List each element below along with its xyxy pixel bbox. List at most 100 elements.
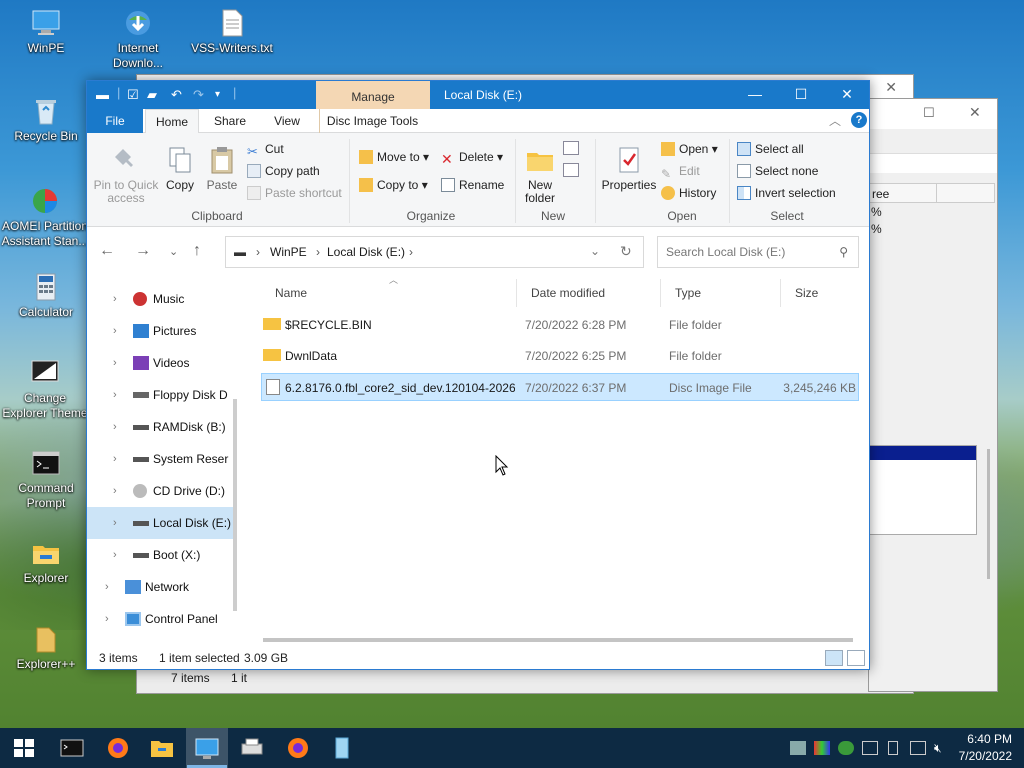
command-prompt-icon[interactable] <box>58 734 86 762</box>
file-row[interactable]: $RECYCLE.BIN 7/20/2022 6:28 PM File fold… <box>261 311 859 339</box>
pin-quick-access-button[interactable]: Pin to Quick access <box>93 145 159 205</box>
cut-button[interactable]: ✂ Cut <box>247 139 284 159</box>
tab-file[interactable]: File <box>87 109 143 133</box>
minimize-icon[interactable]: — <box>732 81 778 109</box>
nav-item-system-reserved[interactable]: › System Reser <box>87 443 233 475</box>
move-to-button[interactable]: Move to ▾ <box>359 147 429 167</box>
title-bar[interactable]: ▬ | ☑ ▰ ↶ ↷ ▾ | Manage Local Disk (E:) —… <box>87 81 869 109</box>
expand-chevron-icon[interactable]: › <box>113 539 123 571</box>
desktop-icon-explorer-plus[interactable]: Explorer++ <box>4 624 88 672</box>
forward-arrow-icon[interactable]: → <box>135 242 151 260</box>
column-header-date[interactable]: Date modified <box>517 279 661 307</box>
tab-view[interactable]: View <box>259 109 315 133</box>
file-row[interactable]: DwnlData 7/20/2022 6:25 PM File folder <box>261 342 859 370</box>
paste-button[interactable]: Paste <box>205 145 239 192</box>
history-button[interactable]: History <box>661 183 716 203</box>
start-icon[interactable] <box>10 734 38 762</box>
breadcrumb-local-disk[interactable]: Local Disk (E:) <box>327 245 405 259</box>
nav-item-floppy[interactable]: › Floppy Disk D <box>87 379 233 411</box>
redo-icon[interactable]: ↷ <box>193 87 204 103</box>
expand-chevron-icon[interactable]: › <box>113 507 123 539</box>
copy-to-button[interactable]: Copy to ▾ <box>359 175 428 195</box>
background-column-header[interactable]: ree <box>869 183 995 203</box>
notepad-icon[interactable] <box>328 734 356 762</box>
expand-chevron-icon[interactable]: › <box>113 379 123 411</box>
search-input[interactable]: Search Local Disk (E:) ⚲ <box>657 236 859 268</box>
keyboard-icon[interactable] <box>862 741 878 755</box>
refresh-icon[interactable]: ↻ <box>620 243 632 260</box>
horizontal-scrollbar[interactable] <box>263 638 853 642</box>
new-folder-quick-icon[interactable]: ▰ <box>147 87 157 103</box>
nav-item-network[interactable]: › Network <box>87 571 233 603</box>
column-header-name[interactable]: Name <box>261 279 517 307</box>
easy-access-icon[interactable] <box>563 163 579 177</box>
nav-item-control-panel[interactable]: › Control Panel <box>87 603 233 635</box>
customize-quick-access-icon[interactable]: ▾ <box>215 89 220 100</box>
properties-check-icon[interactable]: ☑ <box>127 87 139 103</box>
nav-item-music[interactable]: › Music <box>87 283 233 315</box>
invert-selection-button[interactable]: Invert selection <box>737 183 836 203</box>
breadcrumb-winpe[interactable]: WinPE <box>270 245 307 259</box>
tab-share[interactable]: Share <box>201 109 259 133</box>
background-scrollbar[interactable] <box>987 449 990 579</box>
file-row-selected[interactable]: 6.2.8176.0.fbl_core2_sid_dev.120104-2026… <box>261 373 859 401</box>
address-bar[interactable]: ▬ › WinPE › Local Disk (E:) › ⌄ ↻ <box>225 236 644 268</box>
close-icon[interactable]: ✕ <box>969 104 981 121</box>
paste-shortcut-button[interactable]: Paste shortcut <box>247 183 342 203</box>
nav-item-pictures[interactable]: › Pictures <box>87 315 233 347</box>
copy-path-button[interactable]: Copy path <box>247 161 320 181</box>
desktop-icon-calculator[interactable]: Calculator <box>4 272 88 320</box>
delete-button[interactable]: ✕ Delete ▾ <box>441 147 503 167</box>
maximize-icon[interactable]: ☐ <box>778 81 824 109</box>
expand-chevron-icon[interactable]: › <box>113 315 123 347</box>
select-none-button[interactable]: Select none <box>737 161 818 181</box>
chevron-up-icon[interactable]: ︿ <box>829 112 841 129</box>
firefox-icon[interactable] <box>284 734 312 762</box>
tab-disc-image-tools[interactable]: Disc Image Tools <box>319 109 425 133</box>
copy-button[interactable]: Copy <box>163 145 197 192</box>
desktop-window-icon[interactable] <box>193 734 221 762</box>
desktop-icon-recycle-bin[interactable]: Recycle Bin <box>4 96 88 144</box>
clock[interactable]: 6:40 PM 7/20/2022 <box>959 731 1012 765</box>
background-window-2[interactable]: ☐ ✕ ree % % <box>868 98 998 692</box>
properties-button[interactable]: Properties <box>601 145 657 192</box>
color-tray-icon[interactable] <box>814 741 830 755</box>
expand-chevron-icon[interactable]: › <box>113 347 123 379</box>
firefox-icon[interactable] <box>104 734 132 762</box>
maximize-icon[interactable]: ☐ <box>923 105 935 121</box>
new-folder-button[interactable]: New folder <box>521 145 559 205</box>
back-arrow-icon[interactable]: ← <box>99 242 115 260</box>
nav-item-videos[interactable]: › Videos <box>87 347 233 379</box>
expand-chevron-icon[interactable]: › <box>105 603 115 635</box>
nav-item-local-disk[interactable]: › Local Disk (E:) <box>87 507 233 539</box>
nav-item-cd-drive[interactable]: › CD Drive (D:) <box>87 475 233 507</box>
explorer-window[interactable]: ▬ | ☑ ▰ ↶ ↷ ▾ | Manage Local Disk (E:) —… <box>86 80 870 670</box>
edit-button[interactable]: ✎ Edit <box>661 161 700 181</box>
nav-item-boot[interactable]: › Boot (X:) <box>87 539 233 571</box>
navigation-scrollbar[interactable] <box>233 399 237 611</box>
display-icon[interactable] <box>910 741 926 755</box>
column-header-size[interactable]: Size <box>781 279 861 307</box>
aomei-tray-icon[interactable] <box>838 741 854 755</box>
desktop-icon-internet-download[interactable]: Internet Downlo... <box>96 8 180 71</box>
column-header-type[interactable]: Type <box>661 279 781 307</box>
close-icon[interactable]: ✕ <box>824 81 870 109</box>
expand-chevron-icon[interactable]: › <box>113 443 123 475</box>
network-tray-icon[interactable] <box>790 741 806 755</box>
help-icon[interactable]: ? <box>851 112 867 128</box>
close-icon[interactable]: ✕ <box>885 79 897 96</box>
volume-muted-icon[interactable]: 🔇︎ <box>934 741 950 755</box>
select-all-button[interactable]: Select all <box>737 139 804 159</box>
usb-icon[interactable] <box>888 741 898 755</box>
file-explorer-icon[interactable] <box>148 734 176 762</box>
desktop-icon-explorer[interactable]: Explorer <box>4 538 88 586</box>
new-item-icon[interactable] <box>563 141 579 155</box>
desktop-icon-vss-writers[interactable]: VSS-Writers.txt <box>190 8 274 56</box>
desktop-icon-aomei[interactable]: AOMEI Partition Assistant Stan... <box>0 186 90 249</box>
expand-chevron-icon[interactable]: › <box>113 475 123 507</box>
nav-item-ramdisk[interactable]: › RAMDisk (B:) <box>87 411 233 443</box>
tab-home[interactable]: Home <box>145 109 199 134</box>
large-icons-view-icon[interactable] <box>847 650 865 666</box>
desktop-icon-change-theme[interactable]: Change Explorer Theme <box>0 358 90 421</box>
recent-locations-chevron-icon[interactable]: ⌄ <box>169 245 178 258</box>
